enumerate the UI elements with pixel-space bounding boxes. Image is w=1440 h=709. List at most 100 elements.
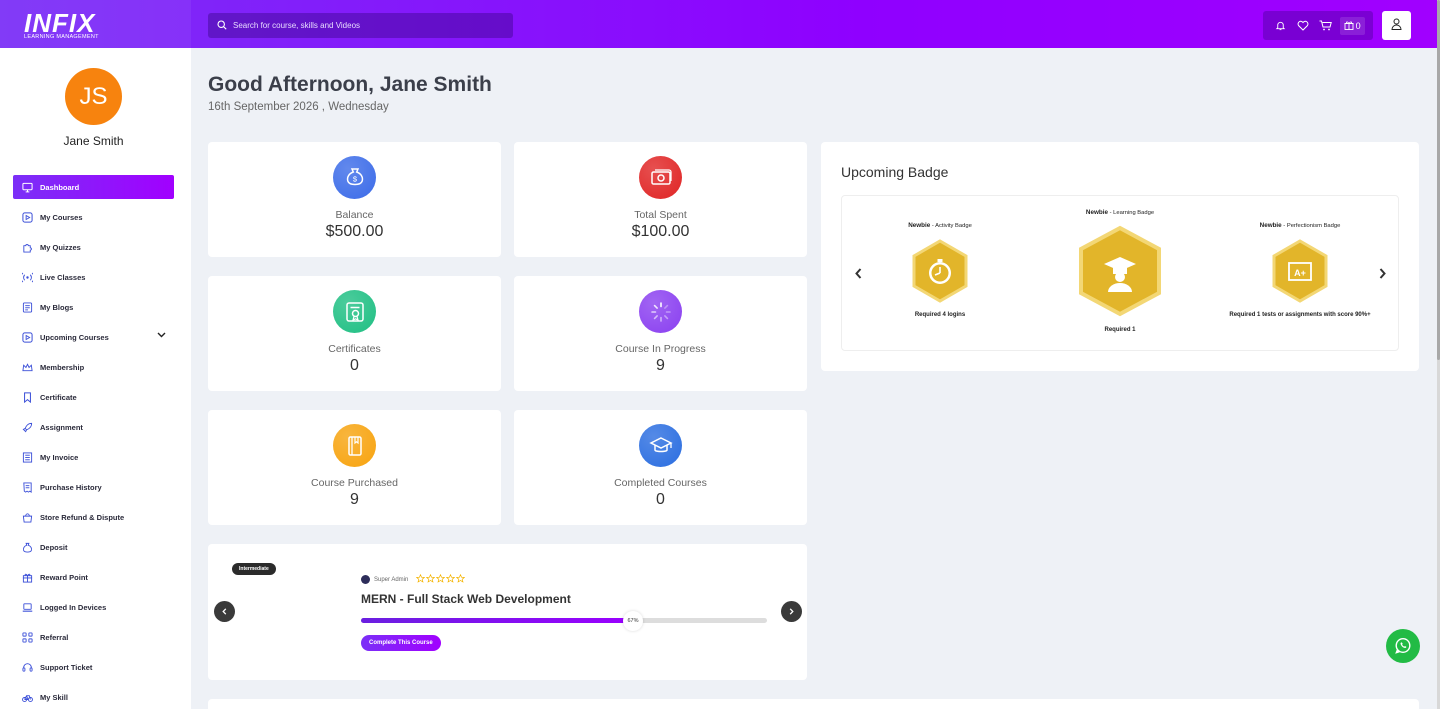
sidebar-item-my-courses[interactable]: My Courses [13,205,174,229]
star-icon [436,573,446,585]
heart-icon[interactable] [1294,17,1312,35]
badge-prev-button[interactable] [852,266,864,280]
star-icon [426,573,436,585]
sidebar-item-label: Store Refund & Dispute [40,512,125,522]
upcoming-badge-card: Upcoming Badge Newbie - Activity Badge R… [821,142,1419,371]
logo[interactable]: INFIX LEARNING MANAGEMENT [0,0,191,48]
invoice-icon [22,451,33,463]
bottom-card [208,699,1419,709]
badge-carousel: Newbie - Activity Badge Required 4 login… [841,195,1399,351]
course-title[interactable]: MERN - Full Stack Web Development [361,592,571,606]
sidebar-item-label: Upcoming Courses [40,332,109,342]
sidebar-item-label: Deposit [40,542,68,552]
course-author: Super Admin [361,573,466,585]
stat-card-certificates[interactable]: Certificates 0 [208,276,501,391]
badge-heading: Newbie - Perfectionism Badge [1259,222,1341,229]
sidebar-item-certificate[interactable]: Certificate [13,385,174,409]
certificate-icon [333,290,376,333]
badge-item: Newbie - Perfectionism Badge A+ Required… [1215,222,1385,318]
sidebar-item-label: My Courses [40,212,83,222]
gift-icon [1344,20,1354,32]
chevron-left-icon [222,608,227,615]
rocket-icon [22,422,33,433]
current-date: 16th September 2026 , Wednesday [208,101,389,113]
monitor-icon [22,182,33,193]
sidebar-item-dashboard[interactable]: Dashboard [13,175,174,199]
bell-icon[interactable] [1271,17,1289,35]
star-icon [446,573,456,585]
sidebar-item-label: Logged In Devices [40,602,107,612]
course-prev-button[interactable] [214,601,235,622]
sidebar-item-referral[interactable]: Referral [13,625,174,649]
progress-fill [361,618,634,623]
sidebar-item-label: My Quizzes [40,242,81,252]
sidebar-item-my-invoice[interactable]: My Invoice [13,445,174,469]
sidebar-item-store-refund-dispute[interactable]: Store Refund & Dispute [13,505,174,529]
sidebar-item-membership[interactable]: Membership [13,355,174,379]
sidebar-item-label: My Skill [40,692,68,702]
user-menu-button[interactable] [1382,11,1411,40]
sidebar-item-label: Assignment [40,422,83,432]
avatar[interactable]: JS [65,68,122,125]
rating-stars [416,573,466,585]
sidebar-item-label: Certificate [40,392,77,402]
sidebar-item-upcoming-courses[interactable]: Upcoming Courses [13,325,174,349]
badge-hexagon [910,238,970,304]
sidebar-item-label: Referral [40,632,69,642]
badge-heading: Newbie - Learning Badge [1085,209,1155,216]
course-next-button[interactable] [781,601,802,622]
sidebar-item-logged-in-devices[interactable]: Logged In Devices [13,595,174,619]
badge-item: Newbie - Learning Badge Required 1 [1060,209,1180,333]
sidebar-item-my-blogs[interactable]: My Blogs [13,295,174,319]
cash-icon [639,156,682,199]
logo-subtitle: LEARNING MANAGEMENT [24,34,99,40]
stat-value: 0 [350,357,359,374]
stat-value: $500.00 [325,223,384,240]
bicycle-icon [22,692,33,703]
laptop-icon [22,602,33,613]
star-icon [456,573,466,585]
sidebar-item-my-quizzes[interactable]: My Quizzes [13,235,174,259]
course-progress-card: Intermediate Super Admin MERN - Full Sta… [208,544,807,680]
search-icon [217,17,227,35]
sidebar-item-my-skill[interactable]: My Skill [13,685,174,709]
sidebar-item-deposit[interactable]: Deposit [13,535,174,559]
sidebar-item-label: Live Classes [40,272,86,282]
top-navbar: INFIX LEARNING MANAGEMENT 0 [0,0,1440,48]
gift-count: 0 [1355,20,1361,31]
sidebar-item-assignment[interactable]: Assignment [13,415,174,439]
network-icon [22,631,33,643]
badge-item: Newbie - Activity Badge Required 4 login… [880,222,1000,318]
cart-icon[interactable] [1317,17,1335,35]
stat-card-balance[interactable]: $ Balance $500.00 [208,142,501,257]
blog-icon [22,301,33,313]
stat-card-completed-courses[interactable]: Completed Courses 0 [514,410,807,525]
sidebar-item-purchase-history[interactable]: Purchase History [13,475,174,499]
sidebar-item-reward-point[interactable]: Reward Point [13,565,174,589]
greeting-title: Good Afternoon, Jane Smith [208,73,492,96]
sidebar-menu: Dashboard My Courses My Quizzes Live Classe… [13,175,174,709]
complete-course-button[interactable]: Complete This Course [361,635,441,651]
chevron-down-icon[interactable] [157,331,166,340]
stat-card-course-purchased[interactable]: Course Purchased 9 [208,410,501,525]
stat-card-course-in-progress[interactable]: Course In Progress 9 [514,276,807,391]
sidebar: JS Jane Smith Dashboard My Courses My Quiz… [0,48,191,709]
stat-value: 9 [350,491,359,508]
chevron-right-icon [789,608,794,615]
sidebar-item-support-ticket[interactable]: Support Ticket [13,655,174,679]
course-level-badge: Intermediate [232,563,276,575]
stat-label: Course Purchased [311,477,398,489]
badge-hexagon [1076,224,1164,318]
stat-card-total-spent[interactable]: Total Spent $100.00 [514,142,807,257]
badge-card-title: Upcoming Badge [841,164,949,180]
badge-requirement: Required 1 tests or assignments with sco… [1229,312,1371,318]
sidebar-item-live-classes[interactable]: Live Classes [13,265,174,289]
bag-icon [22,512,33,523]
sidebar-item-label: Support Ticket [40,662,93,672]
gift-button[interactable]: 0 [1339,16,1365,35]
whatsapp-button[interactable] [1386,629,1420,663]
bookmark-icon [22,391,33,403]
money-bag-icon: $ [333,156,376,199]
search-input[interactable] [233,21,493,30]
sidebar-item-label: Purchase History [40,482,102,492]
